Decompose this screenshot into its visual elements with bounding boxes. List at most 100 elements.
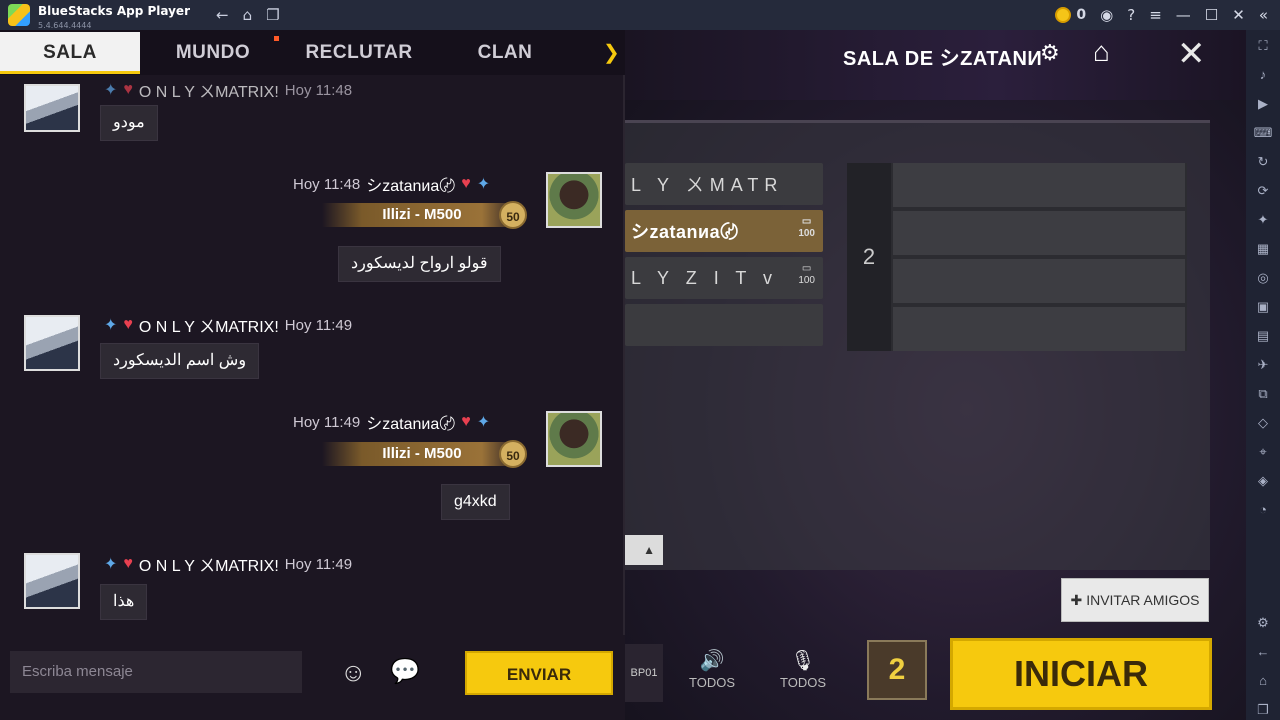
close-icon[interactable]: ✕ — [1177, 34, 1206, 74]
multi-instance-icon[interactable]: ⧉ — [1253, 384, 1273, 404]
team1-slot[interactable]: L Y Z I T v ▭ 100 — [625, 257, 823, 299]
team2-slot[interactable] — [893, 211, 1185, 255]
room-bottom-bar: BP01 🔊 TODOS 🎙 TODOS 2 INICIAR — [625, 630, 1246, 720]
settings-icon[interactable]: ⚙ — [1253, 613, 1273, 633]
message-input[interactable]: Escriba mensaje — [10, 651, 302, 693]
eraser-icon[interactable]: ◇ — [1253, 413, 1273, 433]
maximize-icon[interactable]: ☐ — [1205, 6, 1218, 24]
user-name: O N L Y ㄨMATRIX! — [138, 558, 279, 575]
team1-slot-empty[interactable] — [625, 304, 823, 346]
team1-slot[interactable]: シzatanиa〄 ▭ 100 — [625, 210, 823, 252]
start-button[interactable]: INICIAR — [950, 638, 1212, 710]
avatar[interactable] — [24, 315, 80, 371]
rank-badge-icon: ✦ — [476, 414, 491, 431]
rotate-icon[interactable]: ↻ — [1253, 152, 1273, 172]
team1-slot[interactable]: L Y ㄨMATR — [625, 163, 823, 205]
home-icon[interactable]: ⌂ — [243, 6, 253, 24]
avatar[interactable] — [546, 411, 602, 467]
send-button[interactable]: ENVIAR — [465, 651, 613, 695]
device-badge: ▭ 100 — [798, 216, 815, 240]
home-icon[interactable]: ⌂ — [1093, 36, 1110, 68]
gear-icon[interactable]: ⚙ — [1040, 40, 1060, 66]
user-name: シzatanиa〄 — [366, 416, 456, 433]
player-name: L Y ㄨMATR — [631, 175, 784, 195]
message-time: Hoy 11:48 — [293, 175, 361, 193]
tab-mundo[interactable]: MUNDO — [140, 42, 286, 64]
crate-number: 2 — [888, 653, 906, 686]
coin-counter[interactable]: 0 — [1055, 7, 1086, 23]
folder-icon[interactable]: ▤ — [1253, 326, 1273, 346]
speaker-toggle[interactable]: 🔊 TODOS — [687, 648, 737, 690]
android-back-icon[interactable]: ← — [1253, 642, 1273, 662]
team2-slot[interactable] — [893, 163, 1185, 207]
tab-clan[interactable]: CLAN — [432, 42, 578, 64]
team-panel: L Y ㄨMATR シzatanиa〄 ▭ 100 L Y Z I T v ▭ 100 … — [625, 120, 1210, 570]
crate-button[interactable]: 2 — [867, 640, 927, 700]
minimize-icon[interactable]: — — [1176, 6, 1191, 24]
avatar[interactable] — [24, 84, 80, 132]
message-header: Hoy 11:48 シzatanиa〄 ♥ ✦ — [293, 172, 490, 196]
message-bubble: وش اسم الديسكورد — [100, 343, 260, 379]
android-home-icon[interactable]: ⌂ — [1253, 671, 1273, 691]
location-icon[interactable]: ⌖ — [1253, 442, 1273, 462]
message-bubble: مودو — [100, 105, 158, 141]
help-icon[interactable]: ? — [1127, 6, 1135, 24]
mic-toggle[interactable]: 🎙 TODOS — [778, 648, 828, 690]
player-name: シzatanиa〄 — [631, 222, 739, 242]
fullscreen-icon[interactable]: ⛶ — [1253, 36, 1273, 56]
avatar[interactable] — [546, 172, 602, 228]
panel-toggle-button[interactable]: ▲ — [625, 535, 663, 565]
device-value: 100 — [798, 228, 815, 239]
keyboard-icon[interactable]: ⌨ — [1253, 123, 1273, 143]
team2-slot[interactable] — [893, 259, 1185, 303]
sync-icon[interactable]: ⟳ — [1253, 181, 1273, 201]
screenshot-icon[interactable]: ◎ — [1253, 268, 1273, 288]
room-header: SALA DE シZATANИ ⚙ ⌂ ✕ — [625, 30, 1246, 100]
message-bubble: هذا — [100, 584, 148, 620]
game-room: SALA DE シZATANИ ⚙ ⌂ ✕ L Y ㄨMATR シzatanиa… — [625, 30, 1246, 720]
chevron-right-icon[interactable]: ❯ — [603, 40, 620, 65]
avatar[interactable] — [24, 553, 80, 609]
recent-apps-icon[interactable]: ❐ — [266, 6, 279, 24]
message-header: Hoy 11:49 シzatanиa〄 ♥ ✦ — [293, 410, 490, 434]
gamepad-icon[interactable]: ✦ — [1253, 210, 1273, 230]
rank-badge-icon: ✦ — [104, 317, 118, 334]
tab-sala[interactable]: SALA — [0, 31, 140, 74]
menu-icon[interactable]: ≡ — [1149, 6, 1162, 24]
record-icon[interactable]: ▣ — [1253, 297, 1273, 317]
tab-reclutar[interactable]: RECLUTAR — [286, 42, 432, 64]
volume-icon[interactable]: ♪ — [1253, 65, 1273, 85]
room-title: SALA DE シZATANИ — [843, 48, 1043, 70]
message-time: Hoy 11:48 — [284, 81, 353, 99]
bluestacks-sidebar: ⛶ ♪ ▶ ⌨ ↻ ⟳ ✦ ▦ ◎ ▣ ▤ ✈ ⧉ ◇ ⌖ ◈ ◔ ⚙ ← ⌂ … — [1246, 30, 1280, 720]
guild-tag: Illizi - M500 — [322, 442, 522, 466]
android-recent-icon[interactable]: ❐ — [1253, 700, 1273, 720]
invite-label: INVITAR AMIGOS — [1086, 592, 1200, 608]
team2-slot[interactable] — [893, 307, 1185, 351]
team2-number: 2 — [847, 163, 891, 351]
invite-friends-button[interactable]: ✚ INVITAR AMIGOS — [1061, 578, 1209, 622]
app-name: BlueStacks App Player — [38, 4, 190, 18]
account-icon[interactable]: ◉ — [1100, 6, 1113, 24]
back-icon[interactable]: ← — [216, 6, 229, 24]
coin-icon — [1055, 7, 1072, 23]
user-name: O N L Y ㄨMATRIX! — [138, 84, 279, 101]
collapse-icon[interactable]: « — [1259, 6, 1268, 24]
notification-dot — [274, 36, 279, 41]
quick-message-icon[interactable]: 💬 — [390, 657, 420, 686]
chat-panel: SALA MUNDO RECLUTAR CLAN ❯ ✦ ♥ O N L Y ㄨ… — [0, 30, 625, 720]
titlebar-controls: 0 ◉ ? ≡ — ☐ ✕ « — [1055, 6, 1268, 24]
heart-badge-icon: ♥ — [123, 316, 133, 333]
airplane-icon[interactable]: ✈ — [1253, 355, 1273, 375]
eco-icon[interactable]: ◔ — [1253, 500, 1273, 520]
layers-icon[interactable]: ◈ — [1253, 471, 1273, 491]
media-icon[interactable]: ▶ — [1253, 94, 1273, 114]
emoji-icon[interactable]: ☺ — [340, 657, 367, 688]
player-name: L Y Z I T v — [631, 267, 779, 288]
bp-button[interactable]: BP01 — [625, 644, 663, 702]
start-label: INICIAR — [1014, 653, 1148, 694]
apk-icon[interactable]: ▦ — [1253, 239, 1273, 259]
mic-label: TODOS — [780, 675, 826, 690]
close-icon[interactable]: ✕ — [1232, 6, 1245, 24]
team2-block: 2 — [847, 163, 1187, 351]
